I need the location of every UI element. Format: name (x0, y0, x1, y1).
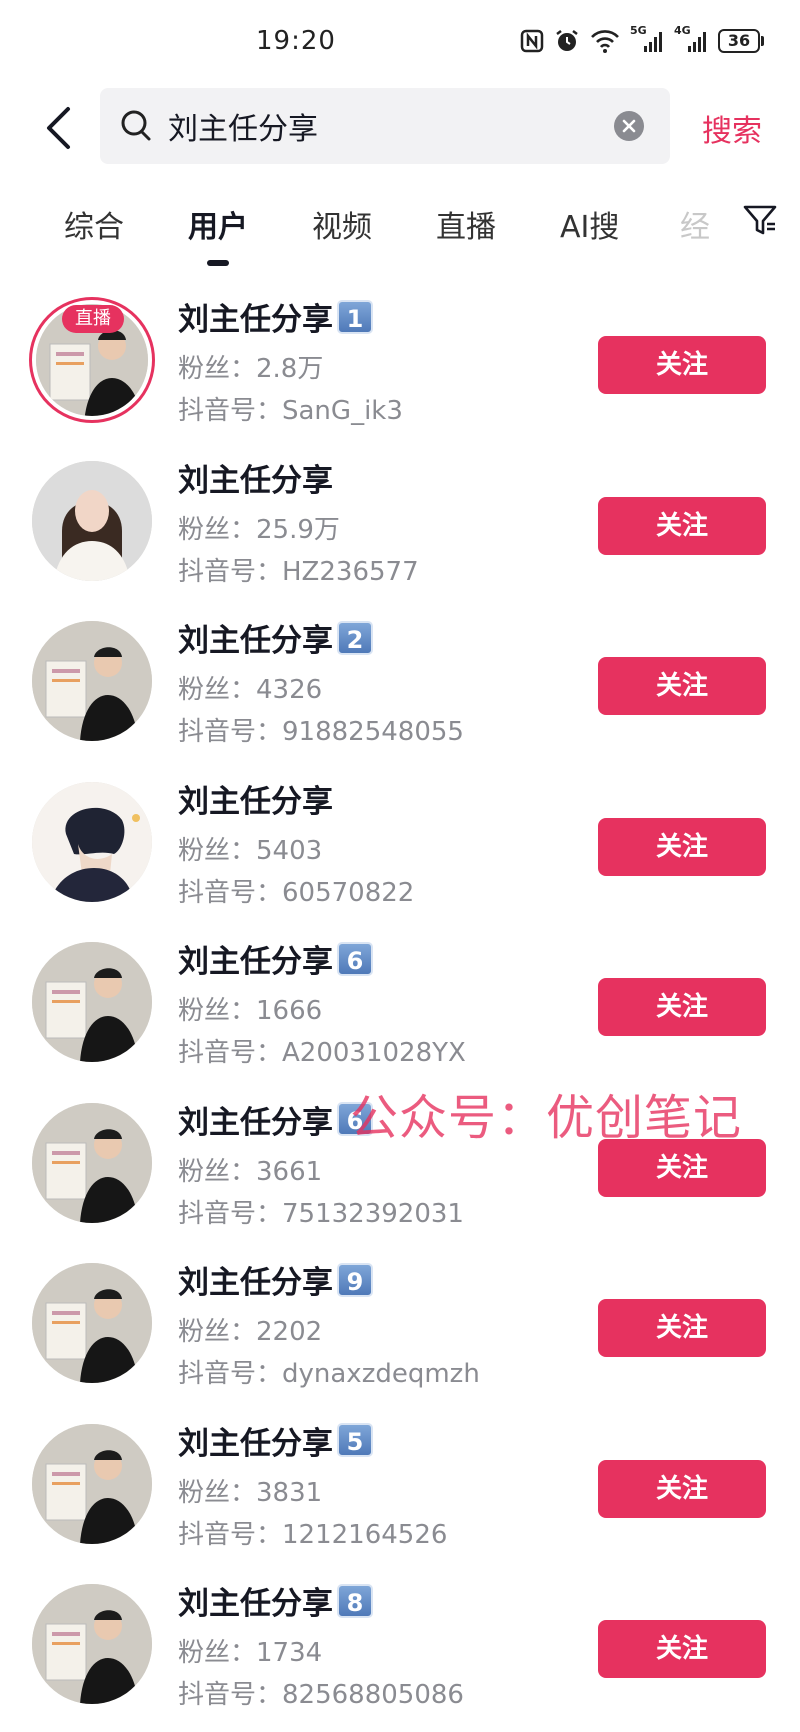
avatar-live[interactable]: 直播 (29, 297, 155, 423)
douyin-id: 抖音号：60570822 (178, 877, 415, 908)
douyin-id: 抖音号：75132392031 (178, 1198, 464, 1229)
user-result-row[interactable]: 刘主任分享 9 粉丝：2202 抖音号：dynaxzdeqmzh 关注 (0, 1251, 800, 1412)
user-result-row[interactable]: 刘主任分享 6 粉丝：1666 抖音号：A20031028YX 关注 (0, 930, 800, 1091)
avatar-wrap[interactable] (32, 621, 152, 741)
search-input[interactable] (168, 88, 588, 164)
number-badge: 1 (337, 299, 373, 334)
filter-button[interactable] (742, 202, 778, 238)
active-tab-indicator (207, 260, 229, 266)
number-badge: 2 (337, 620, 373, 655)
follow-button[interactable]: 关注 (598, 1299, 766, 1357)
follow-button[interactable]: 关注 (598, 817, 766, 876)
follow-button[interactable]: 关注 (598, 496, 766, 555)
clear-search-button[interactable] (614, 111, 644, 141)
follow-button[interactable]: 关注 (598, 1620, 766, 1678)
avatar-wrap[interactable] (32, 1263, 152, 1383)
fans-count: 粉丝：2202 (178, 1317, 323, 1347)
avatar-wrap[interactable] (32, 460, 152, 581)
user-name: 刘主任分享 (178, 783, 333, 820)
tab-comprehensive[interactable]: 综合 (64, 202, 124, 246)
user-name: 刘主任分享 6 (178, 936, 373, 981)
douyin-id: 抖音号：A20031028YX (178, 1038, 466, 1068)
avatar-wrap[interactable] (32, 1102, 152, 1223)
follow-button[interactable]: 关注 (598, 978, 766, 1036)
avatar-wrap[interactable] (32, 942, 152, 1062)
tab-live[interactable]: 直播 (436, 202, 496, 246)
fans-count: 粉丝：4326 (178, 675, 323, 705)
user-result-row[interactable]: 刘主任分享 粉丝：25.9万 抖音号：HZ236577 关注 (0, 449, 800, 610)
number-badge: 9 (337, 1262, 373, 1297)
user-result-row[interactable]: 刘主任分享 2 粉丝：4326 抖音号：91882548055 关注 (0, 609, 800, 770)
search-button[interactable]: 搜索 (702, 106, 762, 150)
tab-users[interactable]: 用户 (188, 202, 248, 246)
filter-icon (743, 205, 777, 235)
wifi-icon (590, 28, 620, 54)
avatar (32, 1102, 152, 1223)
user-name: 刘主任分享 2 (178, 615, 373, 660)
douyin-id: 抖音号：91882548055 (178, 717, 464, 747)
user-name: 刘主任分享 8 (178, 1578, 373, 1623)
follow-button[interactable]: 关注 (598, 336, 766, 394)
back-button[interactable] (36, 102, 80, 154)
number-badge: 8 (337, 1583, 373, 1618)
fans-count: 粉丝：3661 (178, 1156, 323, 1187)
search-icon (120, 109, 152, 147)
fans-count: 粉丝：25.9万 (178, 514, 340, 545)
follow-button[interactable]: 关注 (598, 657, 766, 715)
fans-count: 粉丝：2.8万 (178, 354, 324, 384)
tab-videos[interactable]: 视频 (312, 202, 372, 246)
avatar-wrap[interactable] (32, 1584, 152, 1704)
fans-count: 粉丝：1666 (178, 996, 323, 1026)
watermark: 公众号：优创笔记 (350, 1090, 743, 1146)
status-time: 19:20 (256, 26, 336, 56)
chevron-left-icon (47, 107, 70, 149)
user-name: 刘主任分享 (178, 462, 333, 499)
number-badge: 6 (337, 941, 373, 976)
signal-5g-icon: 5G (630, 24, 664, 54)
tab-ai-search[interactable]: AI搜 (560, 202, 619, 246)
search-results-page: 19:20 5G 4G 36 刘主任分享 搜索 综合 用户 视频 直播 AI搜 … (0, 0, 800, 1732)
user-name: 刘主任分享 6 (178, 1097, 373, 1142)
fans-count: 粉丝：5403 (178, 835, 323, 866)
douyin-id: 抖音号：HZ236577 (178, 556, 419, 587)
nfc-icon (520, 29, 544, 53)
result-tabs: 综合 用户 视频 直播 AI搜 经 (0, 188, 800, 268)
avatar (32, 1423, 152, 1544)
user-result-row[interactable]: 刘主任分享 5 粉丝：3831 抖音号：1212164526 关注 (0, 1412, 800, 1573)
user-name: 刘主任分享 9 (178, 1257, 373, 1302)
battery-level: 36 (718, 29, 760, 53)
douyin-id: 抖音号：dynaxzdeqmzh (178, 1359, 480, 1389)
close-icon (622, 119, 636, 133)
user-result-row[interactable]: 直播 刘主任分享 1 粉丝：2.8万 抖音号：SanG_ik3 关注 (0, 288, 800, 449)
fans-count: 粉丝：3831 (178, 1477, 323, 1508)
avatar-wrap[interactable] (32, 1423, 152, 1544)
battery-icon: 36 (718, 29, 764, 53)
avatar (32, 621, 152, 741)
user-result-row[interactable]: 刘主任分享 粉丝：5403 抖音号：60570822 关注 (0, 770, 800, 931)
search-header: 搜索 (0, 88, 800, 168)
signal-4g-icon: 4G (674, 24, 708, 54)
avatar (32, 1263, 152, 1383)
user-result-list: 直播 刘主任分享 1 粉丝：2.8万 抖音号：SanG_ik3 关注 刘主任分享… (0, 288, 800, 1732)
user-name: 刘主任分享 5 (178, 1418, 373, 1463)
status-icons: 5G 4G 36 (520, 24, 764, 54)
avatar-wrap[interactable] (32, 781, 152, 902)
douyin-id: 抖音号：1212164526 (178, 1519, 448, 1550)
number-badge: 5 (337, 1423, 373, 1457)
status-bar: 19:20 5G 4G 36 (0, 0, 800, 88)
avatar (32, 781, 152, 902)
user-result-row[interactable]: 刘主任分享 8 粉丝：1734 抖音号：82568805086 关注 (0, 1572, 800, 1732)
follow-button[interactable]: 关注 (598, 1459, 766, 1518)
douyin-id: 抖音号：SanG_ik3 (178, 396, 403, 426)
search-box[interactable] (100, 88, 670, 164)
fans-count: 粉丝：1734 (178, 1638, 323, 1668)
douyin-id: 抖音号：82568805086 (178, 1680, 464, 1710)
live-badge: 直播 (62, 305, 124, 333)
tab-more[interactable]: 经 (680, 202, 710, 246)
alarm-icon (554, 28, 580, 54)
avatar (32, 1584, 152, 1704)
avatar (32, 460, 152, 581)
user-name: 刘主任分享 1 (178, 294, 373, 339)
avatar (32, 942, 152, 1062)
